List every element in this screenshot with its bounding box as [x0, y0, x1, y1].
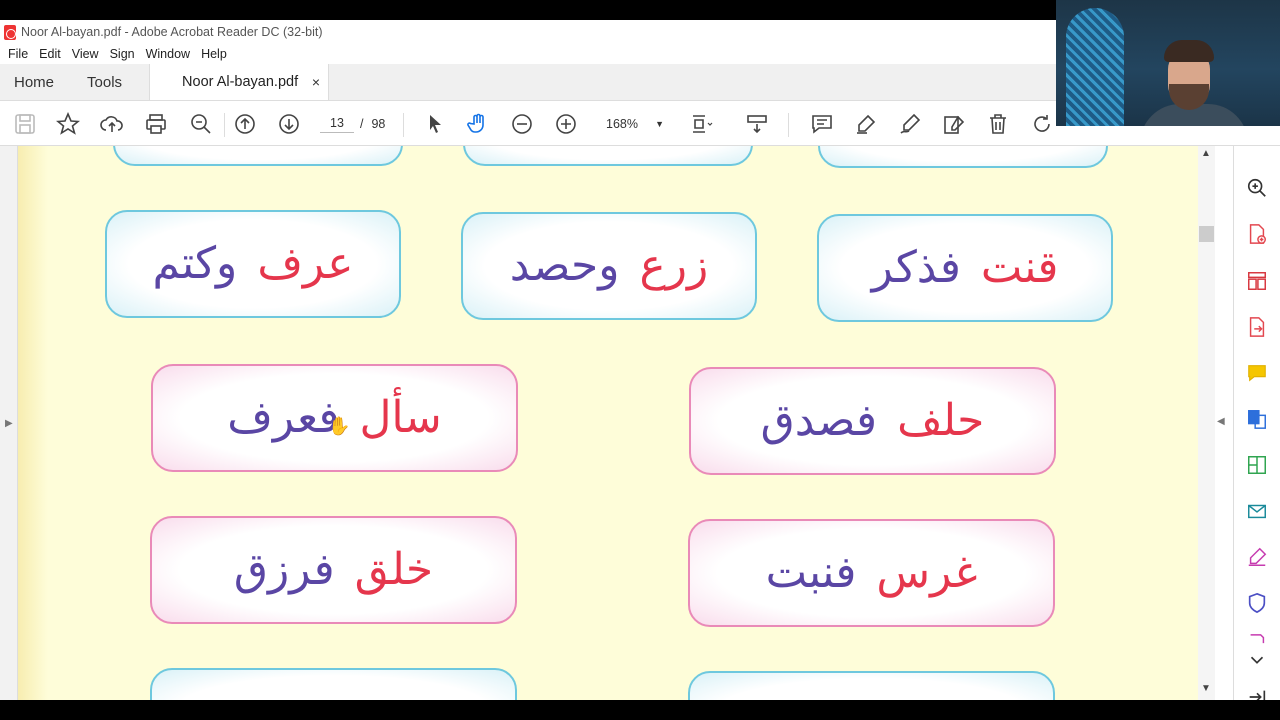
menu-file[interactable]: File [8, 47, 28, 61]
print-icon[interactable] [144, 112, 168, 136]
word-card: حلف فصدق [689, 367, 1056, 475]
tab-document[interactable]: Noor Al-bayan.pdf × [149, 64, 330, 100]
tab-close-button[interactable]: × [312, 74, 320, 90]
menu-edit[interactable]: Edit [39, 47, 61, 61]
export-pdf-icon[interactable] [1246, 316, 1268, 338]
card-word: فعرف [227, 392, 340, 443]
card-word: غرس [876, 547, 978, 598]
scroll-down-icon[interactable]: ▼ [1201, 683, 1211, 694]
menu-view[interactable]: View [72, 47, 99, 61]
partial-card [688, 671, 1055, 700]
partial-card [818, 146, 1108, 168]
create-pdf-icon[interactable] [1246, 223, 1268, 245]
bookmark-star-icon[interactable] [56, 112, 80, 136]
tab-tools[interactable]: Tools [70, 64, 149, 100]
find-zoom-icon[interactable] [189, 112, 213, 136]
right-tools-panel [1233, 146, 1280, 700]
save-icon[interactable] [13, 112, 37, 136]
combine-files-icon[interactable] [1246, 408, 1268, 430]
card-word: وحصد [509, 240, 620, 291]
send-for-comments-icon[interactable] [1246, 500, 1268, 522]
page-number-box: 13 / 98 [320, 112, 385, 136]
menu-help[interactable]: Help [201, 47, 227, 61]
zoom-search-icon[interactable] [1246, 177, 1268, 199]
fill-sign-icon[interactable] [1246, 546, 1268, 568]
next-page-icon[interactable] [277, 112, 301, 136]
left-panel-toggle[interactable]: ▶ [0, 146, 18, 700]
card-word: فصدق [760, 395, 878, 446]
comment-icon[interactable] [810, 112, 834, 136]
scroll-thumb[interactable] [1199, 226, 1214, 242]
menu-window[interactable]: Window [146, 47, 190, 61]
screen: Noor Al-bayan.pdf - Adobe Acrobat Reader… [0, 0, 1280, 720]
word-card: زرع وحصد [461, 212, 757, 320]
tab-document-label: Noor Al-bayan.pdf [182, 74, 299, 90]
zoom-in-icon[interactable] [554, 112, 578, 136]
edit-pdf-icon[interactable] [942, 112, 966, 136]
card-word: قنت [980, 242, 1059, 293]
word-card: خلق فرزق [150, 516, 517, 624]
tab-home[interactable]: Home [0, 64, 70, 100]
draw-sign-icon[interactable] [898, 112, 922, 136]
page-fit-icon[interactable] [690, 112, 714, 136]
zoom-value: 168% [606, 117, 638, 131]
card-word: حلف [897, 395, 985, 446]
collapse-panel-icon[interactable] [1246, 686, 1268, 700]
window-title: Noor Al-bayan.pdf - Adobe Acrobat Reader… [21, 25, 323, 39]
word-card: غرس فنبت [688, 519, 1055, 627]
pdf-page: قنت فذكر زرع وحصد عرف وكتم حلف فصدق سأل … [18, 146, 1198, 700]
card-word: فرزق [233, 544, 335, 595]
partial-card [113, 146, 403, 166]
card-word: فنبت [765, 547, 857, 598]
total-pages: 98 [371, 117, 386, 131]
zoom-out-icon[interactable] [510, 112, 534, 136]
current-page-input[interactable]: 13 [320, 116, 354, 133]
previous-page-icon[interactable] [233, 112, 257, 136]
document-viewport[interactable]: ▶ قنت فذكر زرع وحصد عرف وكتم حلف فصدق سأ… [0, 146, 1215, 700]
partial-card [463, 146, 753, 166]
partial-card [150, 668, 517, 700]
webcam-overlay [1056, 0, 1280, 126]
expand-right-icon[interactable]: ▶ [5, 418, 13, 429]
pdf-app-icon [4, 24, 16, 40]
scroll-mode-icon[interactable] [745, 112, 769, 136]
hand-cursor-icon: ✋ [328, 416, 351, 436]
word-card: عرف وكتم [105, 210, 401, 318]
card-word: سأل [359, 392, 442, 443]
chevron-down-icon[interactable] [1246, 649, 1268, 671]
menu-sign[interactable]: Sign [110, 47, 135, 61]
comment-tool-icon[interactable] [1246, 362, 1268, 384]
card-word: وكتم [152, 238, 238, 289]
chevron-down-icon: ▼ [655, 119, 664, 129]
card-word: زرع [639, 240, 709, 291]
scroll-up-icon[interactable]: ▲ [1201, 148, 1211, 159]
decorative-arch-window [1066, 8, 1124, 126]
protect-shield-icon[interactable] [1246, 592, 1268, 614]
collapse-right-panel-icon[interactable]: ◀ [1217, 416, 1225, 427]
page-separator: / [360, 117, 364, 131]
rotate-icon[interactable] [1030, 112, 1054, 136]
highlight-pen-icon[interactable] [854, 112, 878, 136]
select-cursor-icon[interactable] [423, 112, 447, 136]
zoom-dropdown[interactable]: 168% ▼ [596, 112, 668, 136]
word-card: قنت فذكر [817, 214, 1113, 322]
delete-trash-icon[interactable] [986, 112, 1010, 136]
upload-cloud-icon[interactable] [100, 112, 124, 136]
vertical-scrollbar[interactable]: ▲ ▼ [1198, 146, 1215, 700]
hand-tool-icon[interactable] [466, 112, 490, 136]
organize-pages-icon[interactable] [1246, 270, 1268, 292]
card-word: فذكر [871, 242, 961, 293]
edit-pdf-tool-icon[interactable] [1246, 454, 1268, 476]
card-word: عرف [257, 238, 354, 289]
card-word: خلق [354, 544, 434, 595]
